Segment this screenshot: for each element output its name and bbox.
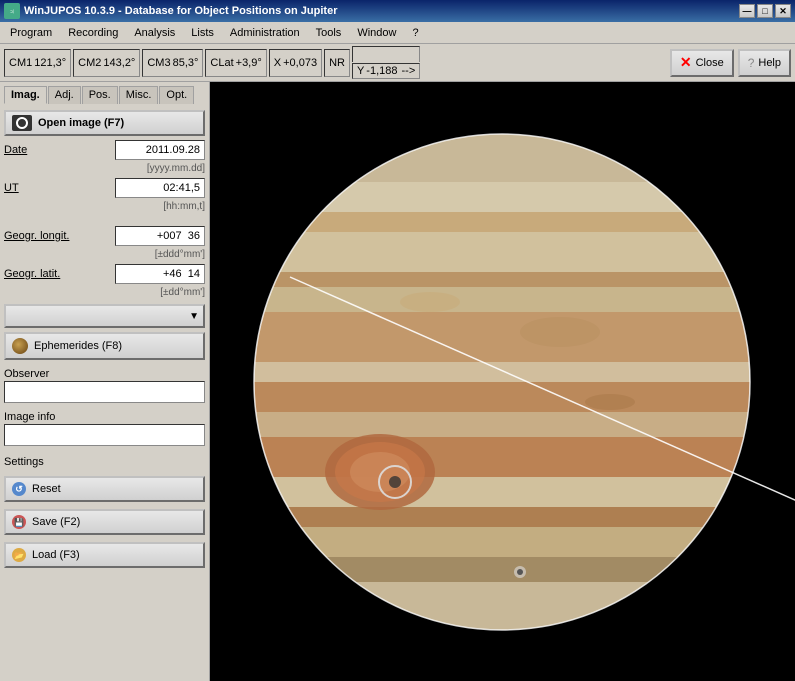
date-input[interactable] (115, 140, 205, 160)
image-info-group: Image info (4, 407, 205, 446)
latit-group: Geogr. latit. [±dd°mm'] (4, 264, 205, 298)
dropdown-button[interactable]: ▼ (4, 304, 205, 328)
clat-label: CLat (210, 57, 233, 69)
cm2-value: 143,2° (103, 57, 135, 69)
x-label: X (274, 57, 281, 69)
x-cell: X +0,073 (269, 49, 322, 77)
ut-group: UT [hh:mm,t] (4, 178, 205, 212)
maximize-button[interactable]: □ (757, 4, 773, 18)
ephemerides-label: Ephemerides (F8) (34, 340, 122, 352)
menu-recording[interactable]: Recording (60, 22, 126, 43)
cm1-value: 121,3° (34, 57, 66, 69)
latit-hint: [±dd°mm'] (4, 287, 205, 298)
arrow-icon: --> (402, 65, 416, 77)
tab-imag[interactable]: Imag. (4, 86, 47, 104)
save-icon: 💾 (12, 515, 26, 529)
close-button[interactable]: ✕ Close (670, 49, 734, 77)
nr-label: NR (329, 57, 345, 69)
latit-input[interactable] (115, 264, 205, 284)
date-label: Date (4, 144, 27, 156)
menu-analysis[interactable]: Analysis (126, 22, 183, 43)
close-icon: ✕ (680, 54, 692, 71)
cm1-label: CM1 (9, 57, 32, 69)
menu-window[interactable]: Window (349, 22, 404, 43)
menu-lists[interactable]: Lists (183, 22, 222, 43)
toolbar-buttons: ✕ Close ? Help (670, 49, 791, 77)
y-bottom-row: Y -1,188 --> (352, 63, 420, 79)
settings-label: Settings (4, 456, 205, 468)
load-label: Load (F3) (32, 549, 80, 561)
menu-program[interactable]: Program (2, 22, 60, 43)
tab-pos[interactable]: Pos. (82, 86, 118, 104)
y-label: Y (357, 65, 364, 77)
title-bar: ♃ WinJUPOS 10.3.9 - Database for Object … (0, 0, 795, 22)
toolbar-info: CM1 121,3° CM2 143,2° CM3 85,3° CLat +3,… (4, 46, 668, 79)
jupiter-view: N P (210, 82, 795, 681)
longit-input[interactable] (115, 226, 205, 246)
image-info-label: Image info (4, 411, 205, 423)
cm3-value: 85,3° (173, 57, 199, 69)
left-panel: Imag. Adj. Pos. Misc. Opt. Open image (F… (0, 82, 210, 681)
observer-input[interactable] (4, 381, 205, 403)
open-image-button[interactable]: Open image (F7) (4, 110, 205, 136)
minimize-button[interactable]: — (739, 4, 755, 18)
ut-label: UT (4, 182, 19, 194)
y-top-row (352, 46, 420, 62)
open-image-label: Open image (F7) (38, 117, 124, 129)
load-button[interactable]: 📂 Load (F3) (4, 542, 205, 568)
clat-value: +3,9° (236, 57, 262, 69)
cm3-label: CM3 (147, 57, 170, 69)
longit-label: Geogr. longit. (4, 230, 69, 242)
planet-icon (12, 338, 28, 354)
tab-opt[interactable]: Opt. (159, 86, 194, 104)
load-icon: 📂 (12, 548, 26, 562)
menu-tools[interactable]: Tools (308, 22, 350, 43)
reset-icon: ↺ (12, 482, 26, 496)
cm1-cell: CM1 121,3° (4, 49, 71, 77)
reset-label: Reset (32, 483, 61, 495)
ut-hint: [hh:mm,t] (4, 201, 205, 212)
nr-cell: NR (324, 49, 350, 77)
image-info-input[interactable] (4, 424, 205, 446)
help-button[interactable]: ? Help (738, 49, 791, 77)
longit-group: Geogr. longit. [±ddd°mm'] (4, 226, 205, 260)
app-icon: ♃ (4, 3, 20, 19)
ephemerides-button[interactable]: Ephemerides (F8) (4, 332, 205, 360)
clat-cell: CLat +3,9° (205, 49, 266, 77)
window-controls: — □ ✕ (739, 4, 791, 18)
cm2-cell: CM2 143,2° (73, 49, 140, 77)
x-value: +0,073 (283, 57, 317, 69)
observer-group: Observer (4, 364, 205, 403)
tab-adj[interactable]: Adj. (48, 86, 81, 104)
close-window-button[interactable]: ✕ (775, 4, 791, 18)
save-label: Save (F2) (32, 516, 80, 528)
window-title: WinJUPOS 10.3.9 - Database for Object Po… (24, 5, 337, 17)
ut-input[interactable] (115, 178, 205, 198)
tab-misc[interactable]: Misc. (119, 86, 159, 104)
y-value: -1,188 (366, 65, 397, 77)
help-icon: ? (748, 56, 755, 70)
help-label: Help (758, 57, 781, 69)
longit-hint: [±ddd°mm'] (4, 249, 205, 260)
menu-administration[interactable]: Administration (222, 22, 308, 43)
right-panel: N P (210, 82, 795, 681)
date-group: Date [yyyy.mm.dd] (4, 140, 205, 174)
toolbar: CM1 121,3° CM2 143,2° CM3 85,3° CLat +3,… (0, 44, 795, 82)
camera-icon (12, 115, 32, 131)
menu-bar: Program Recording Analysis Lists Adminis… (0, 22, 795, 44)
chevron-down-icon: ▼ (189, 311, 199, 322)
main-layout: Imag. Adj. Pos. Misc. Opt. Open image (F… (0, 82, 795, 681)
close-label: Close (696, 57, 724, 69)
tab-row: Imag. Adj. Pos. Misc. Opt. (4, 86, 205, 104)
save-button[interactable]: 💾 Save (F2) (4, 509, 205, 535)
menu-help[interactable]: ? (404, 22, 426, 43)
cm2-label: CM2 (78, 57, 101, 69)
date-hint: [yyyy.mm.dd] (4, 163, 205, 174)
reset-button[interactable]: ↺ Reset (4, 476, 205, 502)
cm3-cell: CM3 85,3° (142, 49, 203, 77)
observer-label: Observer (4, 368, 205, 380)
latit-label: Geogr. latit. (4, 268, 60, 280)
